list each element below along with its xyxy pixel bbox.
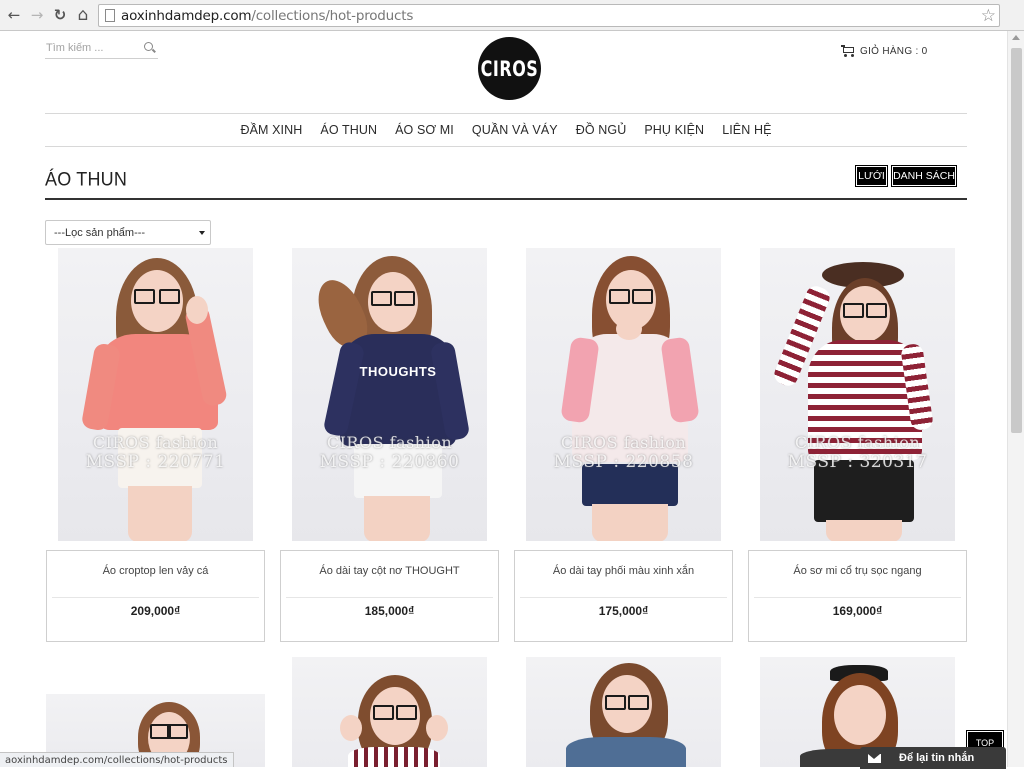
watermark-code: MSSP : 220771 (85, 452, 226, 472)
list-view-button[interactable]: DANH SÁCH (891, 165, 957, 187)
product-name[interactable]: Áo dài tay phối màu xinh xắn (515, 565, 732, 577)
product-image[interactable] (526, 657, 721, 767)
url-domain: aoxinhdamdep.com (121, 8, 252, 24)
product-price: 169,000₫ (832, 604, 883, 618)
cart-icon (841, 45, 855, 57)
logo-text: CIROS (480, 55, 539, 82)
product-info: Áo sơ mi cổ trụ sọc ngang 169,000₫ (748, 550, 967, 642)
site-logo[interactable]: CIROS (478, 37, 541, 100)
watermark-code: MSSP : 320317 (787, 452, 928, 472)
watermark-code: MSSP : 220858 (553, 452, 694, 472)
nav-item-ao-so-mi[interactable]: ÁO SƠ MI (386, 123, 463, 137)
watermark-brand: CIROS fashion (560, 433, 687, 452)
url-path: /collections/hot-products (251, 8, 414, 24)
info-divider (286, 597, 493, 598)
home-icon[interactable]: ⌂ (74, 5, 92, 25)
nav-divider (45, 146, 967, 147)
nav-item-quan-va-vay[interactable]: QUẦN VÀ VÁY (463, 123, 567, 137)
product-filter-select[interactable]: ---Lọc sản phẩm--- (45, 220, 211, 245)
product-info: Áo dài tay phối màu xinh xắn 175,000₫ (514, 550, 733, 642)
url-text[interactable]: aoxinhdamdep.com/collections/hot-product… (121, 8, 413, 24)
watermark-brand: CIROS fashion (794, 433, 921, 452)
filter-selected-value: ---Lọc sản phẩm--- (54, 227, 146, 239)
product-image[interactable] (292, 657, 487, 767)
product-info: Áo dài tay cột nơ THOUGHT 185,000₫ (280, 550, 499, 642)
page-scrollbar[interactable] (1007, 31, 1024, 767)
nav-item-do-ngu[interactable]: ĐỒ NGỦ (567, 123, 636, 137)
product-name[interactable]: Áo sơ mi cổ trụ sọc ngang (749, 565, 966, 577)
product-name[interactable]: Áo croptop len vảy cá (47, 565, 264, 577)
back-icon[interactable]: ← (5, 6, 23, 24)
nav-item-lien-he[interactable]: LIÊN HỆ (713, 123, 780, 137)
shirt-print-text: THOUGHTS (359, 364, 437, 379)
info-divider (754, 597, 961, 598)
address-bar[interactable]: aoxinhdamdep.com/collections/hot-product… (98, 4, 1000, 27)
nav-item-dam-xinh[interactable]: ĐẦM XINH (231, 123, 311, 137)
browser-toolbar: ← → ↻ ⌂ aoxinhdamdep.com/collections/hot… (0, 0, 1024, 31)
nav-item-ao-thun[interactable]: ÁO THUN (311, 123, 386, 137)
scroll-thumb[interactable] (1011, 48, 1022, 433)
info-divider (520, 597, 727, 598)
product-info: Áo croptop len vảy cá 209,000₫ (46, 550, 265, 642)
leave-message-label: Để lại tin nhắn (899, 752, 975, 764)
product-name[interactable]: Áo dài tay cột nơ THOUGHT (281, 565, 498, 577)
search-input[interactable] (46, 40, 138, 56)
cart-label: GIỎ HÀNG : 0 (860, 45, 928, 57)
product-image[interactable]: CIROS fashion MSSP : 220771 (58, 248, 253, 541)
browser-status-bar: aoxinhdamdep.com/collections/hot-product… (0, 752, 234, 767)
page-title: ÁO THUN (45, 168, 128, 190)
leave-message-widget[interactable]: Để lại tin nhắn (860, 747, 1006, 769)
search-icon[interactable] (144, 42, 153, 51)
title-underline (45, 198, 967, 200)
product-image[interactable]: CIROS fashion MSSP : 220858 (526, 248, 721, 541)
product-image[interactable]: CIROS fashion MSSP : 320317 (760, 248, 955, 541)
product-price: 185,000₫ (364, 604, 415, 618)
reload-icon[interactable]: ↻ (51, 6, 69, 24)
scroll-up-icon[interactable] (1012, 35, 1020, 40)
main-navigation: ĐẦM XINH ÁO THUN ÁO SƠ MI QUẦN VÀ VÁY ĐỒ… (45, 114, 967, 146)
watermark-code: MSSP : 220860 (319, 452, 460, 472)
nav-item-phu-kien[interactable]: PHỤ KIỆN (635, 123, 713, 137)
page-icon (105, 9, 115, 22)
watermark-brand: CIROS fashion (326, 433, 453, 452)
forward-icon[interactable]: → (28, 6, 46, 24)
search-box (45, 39, 158, 59)
cart-link[interactable]: GIỎ HÀNG : 0 (841, 45, 928, 57)
grid-view-button[interactable]: LƯỚI (855, 165, 888, 187)
bookmark-star-icon[interactable]: ☆ (981, 6, 996, 26)
product-price: 175,000₫ (598, 604, 649, 618)
info-divider (52, 597, 259, 598)
watermark-brand: CIROS fashion (92, 433, 219, 452)
envelope-icon (868, 753, 881, 763)
product-price: 209,000₫ (130, 604, 181, 618)
dropdown-arrow-icon (199, 231, 205, 235)
product-image[interactable]: THOUGHTS CIROS fashion MSSP : 220860 (292, 248, 487, 541)
